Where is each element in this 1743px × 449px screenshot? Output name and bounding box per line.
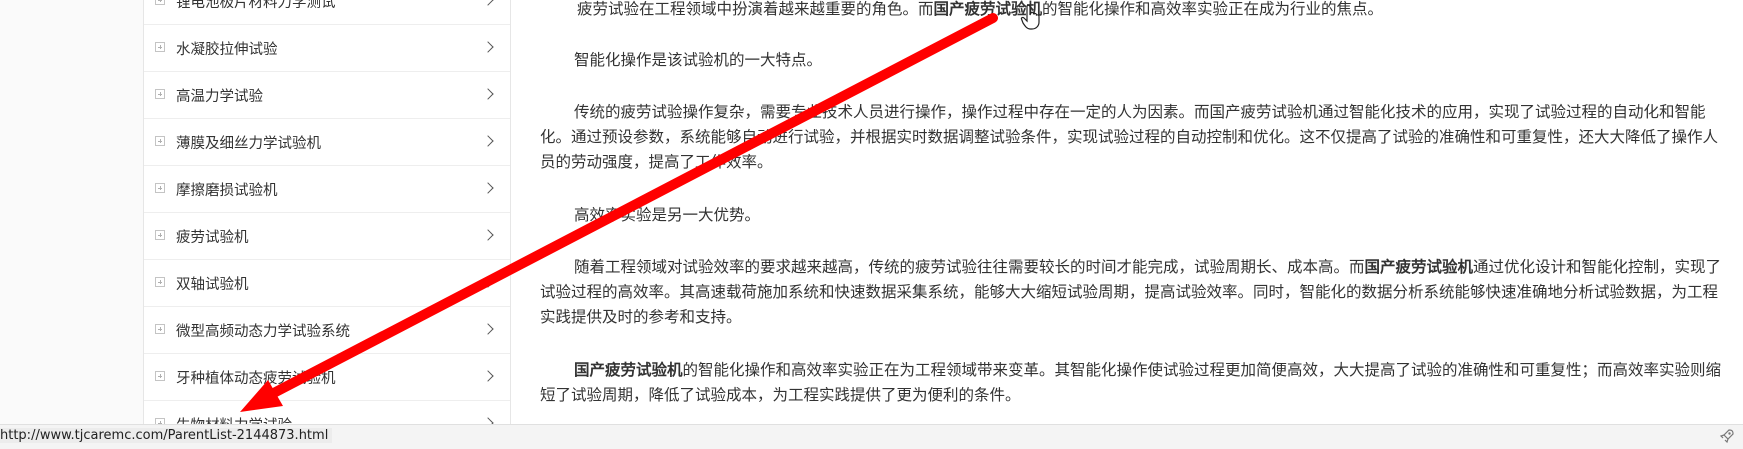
article-paragraph: 国产疲劳试验机的智能化操作和高效率实验正在为工程领域带来变革。其智能化操作使试验… bbox=[540, 358, 1725, 408]
chevron-right-icon bbox=[482, 88, 494, 100]
sidebar-item-friction-wear[interactable]: 摩擦磨损试验机 bbox=[144, 166, 510, 213]
plus-box-icon bbox=[155, 0, 165, 5]
plus-box-icon bbox=[155, 230, 165, 240]
plus-box-icon bbox=[155, 183, 165, 193]
chevron-right-icon bbox=[482, 229, 494, 241]
article-paragraph: 随着工程领域对试验效率的要求越来越高，传统的疲劳试验往往需要较长的时间才能完成，… bbox=[540, 255, 1725, 330]
plus-box-icon bbox=[155, 371, 165, 381]
paragraph-text: 的智能化操作和高效率实验正在为工程领域带来变革。其智能化操作使试验过程更加简便高… bbox=[540, 361, 1722, 404]
chevron-right-icon bbox=[482, 276, 494, 288]
status-url: http://www.tjcaremc.com/ParentList-21448… bbox=[0, 428, 333, 443]
article-paragraph: 疲劳试验在工程领域中扮演着越来越重要的角色。而国产疲劳试验机的智能化操作和高效率… bbox=[577, 0, 1725, 22]
hand-pointer-icon bbox=[1020, 4, 1040, 30]
chevron-right-icon bbox=[482, 182, 494, 194]
chevron-right-icon bbox=[482, 135, 494, 147]
keyword-link[interactable]: 国产疲劳试验机 bbox=[1365, 258, 1474, 276]
paragraph-text: 随着工程领域对试验效率的要求越来越高，传统的疲劳试验往往需要较长的时间才能完成，… bbox=[574, 258, 1365, 276]
plus-box-icon bbox=[155, 89, 165, 99]
sidebar-item-fatigue[interactable]: 疲劳试验机 bbox=[144, 213, 510, 260]
sidebar-item-label: 生物材料力学试验 bbox=[176, 414, 292, 424]
plus-box-icon bbox=[155, 277, 165, 287]
sidebar-item-label: 微型高频动态力学试验系统 bbox=[176, 324, 350, 340]
sidebar-item-label: 摩擦磨损试验机 bbox=[176, 183, 278, 199]
sidebar-item-dental-implant[interactable]: 牙种植体动态疲劳试验机 bbox=[144, 354, 510, 401]
sidebar-item-biomaterial[interactable]: 生物材料力学试验 bbox=[144, 401, 510, 424]
sidebar-item-label: 锂电池极片材料力学测试 bbox=[176, 0, 336, 11]
article-paragraph: 高效率实验是另一大优势。 bbox=[574, 206, 761, 224]
sidebar-item-film-fiber[interactable]: 薄膜及细丝力学试验机 bbox=[144, 119, 510, 166]
sidebar-item-battery-electrode[interactable]: 锂电池极片材料力学测试 bbox=[144, 0, 510, 25]
plus-box-icon bbox=[155, 42, 165, 52]
article-paragraph: 传统的疲劳试验操作复杂，需要专业技术人员进行操作，操作过程中存在一定的人为因素。… bbox=[540, 103, 1719, 171]
chevron-right-icon bbox=[482, 417, 494, 424]
chevron-right-icon bbox=[482, 0, 494, 6]
browser-status-bar: http://www.tjcaremc.com/ParentList-21448… bbox=[0, 424, 1743, 449]
sidebar-item-label: 高温力学试验 bbox=[176, 89, 263, 105]
sidebar-item-high-temp[interactable]: 高温力学试验 bbox=[144, 72, 510, 119]
paragraph-text: 的智能化操作和高效率实验正在成为行业的焦点。 bbox=[1042, 0, 1384, 18]
sidebar-item-biaxial[interactable]: 双轴试验机 bbox=[144, 260, 510, 307]
article-paragraph: 智能化操作是该试验机的一大特点。 bbox=[574, 51, 823, 69]
plus-box-icon bbox=[155, 324, 165, 334]
chevron-right-icon bbox=[482, 41, 494, 53]
sidebar-item-label: 薄膜及细丝力学试验机 bbox=[176, 136, 321, 152]
keyword-link[interactable]: 国产疲劳试验机 bbox=[574, 361, 683, 379]
plus-box-icon bbox=[155, 136, 165, 146]
sidebar-item-label: 水凝胶拉伸试验 bbox=[176, 42, 278, 58]
page-left-background bbox=[0, 0, 143, 424]
sidebar-item-label: 牙种植体动态疲劳试验机 bbox=[176, 371, 336, 387]
category-sidebar: 锂电池极片材料力学测试 水凝胶拉伸试验 高温力学试验 薄膜及细丝力学试验机 摩擦… bbox=[143, 0, 511, 424]
rocket-icon bbox=[1719, 429, 1734, 444]
chevron-right-icon bbox=[482, 370, 494, 382]
chevron-right-icon bbox=[482, 323, 494, 335]
sidebar-item-label: 双轴试验机 bbox=[176, 277, 249, 293]
sidebar-item-hydrogel[interactable]: 水凝胶拉伸试验 bbox=[144, 25, 510, 72]
sidebar-item-micro-hf-dynamic[interactable]: 微型高频动态力学试验系统 bbox=[144, 307, 510, 354]
paragraph-text: 疲劳试验在工程领域中扮演着越来越重要的角色。而 bbox=[577, 0, 934, 18]
sidebar-item-label: 疲劳试验机 bbox=[176, 230, 249, 246]
